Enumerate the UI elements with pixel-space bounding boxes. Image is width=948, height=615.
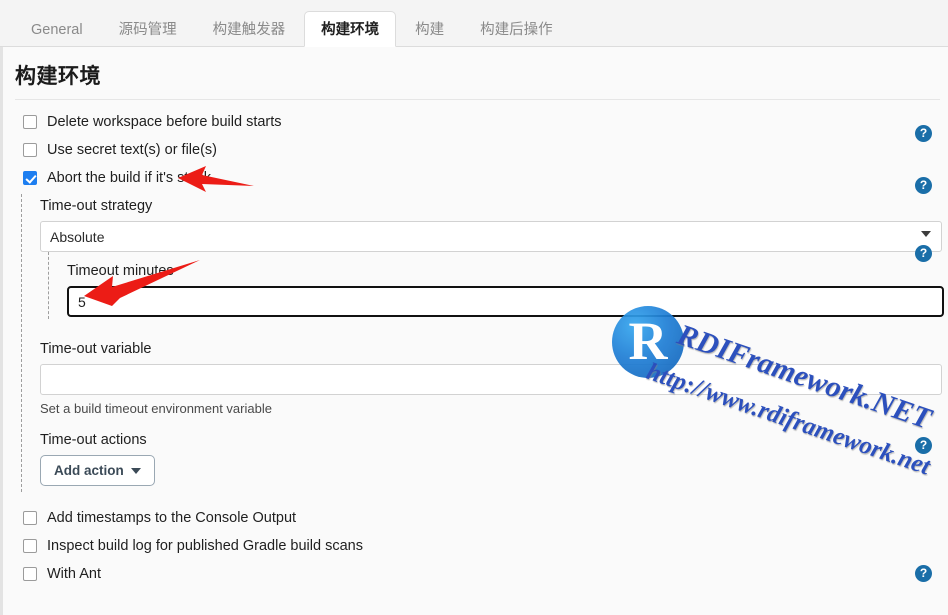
help-timeout-variable: Set a build timeout environment variable	[40, 401, 272, 416]
help-icon-with-ant[interactable]: ?	[915, 565, 932, 582]
checkbox-inspect-gradle-scans[interactable]	[23, 539, 37, 553]
row-use-secret-text[interactable]: Use secret text(s) or file(s)	[3, 138, 948, 162]
timeout-variable-input[interactable]	[40, 364, 942, 395]
tab-source-code-management[interactable]: 源码管理	[102, 11, 194, 47]
row-delete-workspace[interactable]: Delete workspace before build starts	[3, 110, 948, 134]
checkbox-abort-build-stuck[interactable]	[23, 171, 37, 185]
tab-build-triggers[interactable]: 构建触发器	[196, 11, 303, 47]
tab-build-environment[interactable]: 构建环境	[304, 11, 397, 47]
row-with-ant[interactable]: With Ant	[3, 562, 948, 586]
timeout-strategy-select-wrap: Absolute	[40, 221, 942, 252]
label-timeout-minutes: Timeout minutes	[67, 263, 174, 279]
timeout-settings-group: Time-out strategy Absolute Timeout minut…	[21, 194, 948, 492]
tab-build[interactable]: 构建	[398, 11, 461, 47]
label-delete-workspace: Delete workspace before build starts	[47, 114, 282, 130]
build-environment-panel: 构建环境 Delete workspace before build start…	[0, 47, 948, 615]
label-timeout-variable: Time-out variable	[40, 341, 152, 357]
label-add-timestamps: Add timestamps to the Console Output	[47, 510, 297, 526]
tab-post-build-actions[interactable]: 构建后操作	[463, 11, 570, 47]
timeout-minutes-group: Timeout minutes	[48, 252, 948, 319]
help-icon-timeout-strategy[interactable]: ?	[915, 177, 932, 194]
checkbox-delete-workspace[interactable]	[23, 115, 37, 129]
label-with-ant: With Ant	[47, 566, 101, 582]
caret-down-icon	[130, 467, 141, 474]
help-icon-timeout-actions[interactable]: ?	[915, 437, 932, 454]
add-action-button[interactable]: Add action	[40, 455, 155, 486]
checkbox-add-timestamps[interactable]	[23, 511, 37, 525]
jenkins-job-config-screen: General 源码管理 构建触发器 构建环境 构建 构建后操作 构建环境 De…	[0, 0, 948, 615]
checkbox-with-ant[interactable]	[23, 567, 37, 581]
row-abort-build-stuck[interactable]: Abort the build if it's stuck	[3, 166, 948, 190]
help-icon-use-secret-text[interactable]: ?	[915, 125, 932, 142]
page-title: 构建环境	[15, 65, 101, 88]
tab-general[interactable]: General	[14, 11, 100, 47]
timeout-strategy-select[interactable]: Absolute	[40, 221, 942, 252]
checkbox-use-secret-text[interactable]	[23, 143, 37, 157]
label-timeout-strategy: Time-out strategy	[40, 198, 153, 214]
row-inspect-gradle-scans[interactable]: Inspect build log for published Gradle b…	[3, 534, 948, 558]
add-action-label: Add action	[54, 463, 124, 478]
row-add-timestamps[interactable]: Add timestamps to the Console Output	[3, 506, 948, 530]
label-timeout-actions: Time-out actions	[40, 432, 147, 448]
label-inspect-gradle-scans: Inspect build log for published Gradle b…	[47, 538, 363, 554]
label-use-secret-text: Use secret text(s) or file(s)	[47, 142, 217, 158]
timeout-minutes-input[interactable]	[67, 286, 944, 317]
title-divider	[15, 99, 940, 100]
config-tab-bar: General 源码管理 构建触发器 构建环境 构建 构建后操作	[0, 0, 948, 47]
help-icon-timeout-minutes[interactable]: ?	[915, 245, 932, 262]
label-abort-build-stuck: Abort the build if it's stuck	[47, 170, 211, 186]
